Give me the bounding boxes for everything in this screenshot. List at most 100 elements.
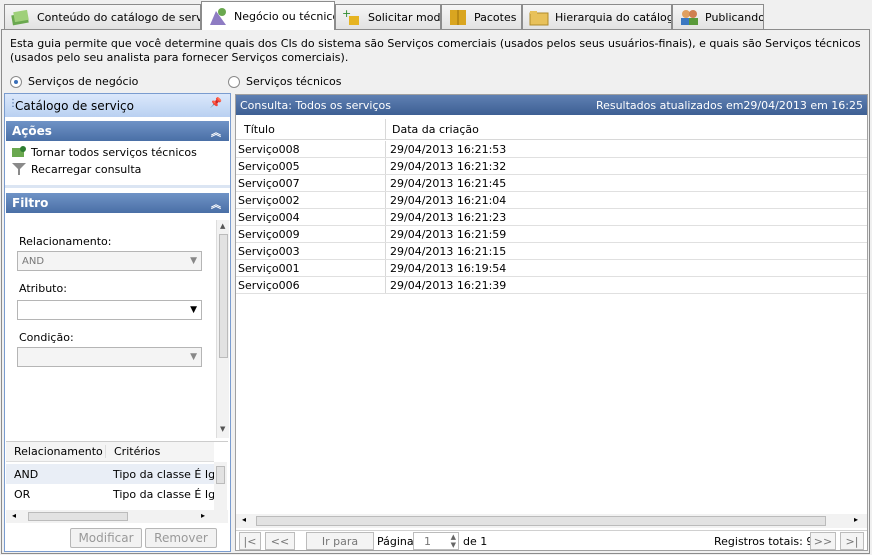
filter-scrollbar[interactable]: ▲ ▼ xyxy=(216,220,229,438)
table-row[interactable]: Serviço005 29/04/2013 16:21:32 xyxy=(236,158,867,175)
tab-label: Hierarquia do catálogo xyxy=(555,10,672,24)
radio-label: Serviços técnicos xyxy=(246,75,342,88)
scroll-down-icon[interactable]: ▼ xyxy=(220,425,225,433)
first-page-button[interactable]: |< xyxy=(239,532,261,550)
creation-date: 29/04/2013 16:21:59 xyxy=(390,227,507,241)
radio-button-selected[interactable] xyxy=(10,75,22,88)
section-divider xyxy=(5,185,230,188)
page-count: de 1 xyxy=(463,535,488,548)
go-to-button[interactable]: Ir para xyxy=(306,532,374,550)
table-row[interactable]: Serviço009 29/04/2013 16:21:59 xyxy=(236,226,867,243)
next-page-button[interactable]: >> xyxy=(810,532,836,550)
relationship-value: AND xyxy=(22,255,45,267)
column-header[interactable]: Critérios xyxy=(106,445,160,458)
scroll-left-icon[interactable]: ◂ xyxy=(12,511,16,520)
table-row[interactable]: Serviço003 29/04/2013 16:21:15 xyxy=(236,243,867,260)
criteria-table: Relacionamento Critérios AND Tipo da cla… xyxy=(6,441,228,510)
previous-page-button[interactable]: << xyxy=(265,532,295,550)
criteria-vscrollbar[interactable] xyxy=(214,462,227,510)
sidebar-header: ⋮ Catálogo de serviço 📌 xyxy=(5,94,230,117)
tab-label: Solicitar modo xyxy=(368,10,441,24)
radio-button[interactable] xyxy=(228,75,240,88)
column-header-title[interactable]: Título xyxy=(236,119,386,139)
table-row[interactable]: OR Tipo da classe É Ig xyxy=(6,484,214,504)
chevron-down-icon: ▼ xyxy=(190,256,197,266)
scroll-left-icon[interactable]: ◂ xyxy=(242,515,246,524)
criteria-text: Tipo da classe É Ig xyxy=(113,487,214,501)
tab-label: Pacotes xyxy=(474,10,517,24)
page-stepper-icon[interactable]: ▲ ▼ xyxy=(451,533,456,549)
tab-packages[interactable]: Pacotes xyxy=(441,4,522,29)
column-header[interactable]: Relacionamento xyxy=(6,445,106,458)
sidebar-title: Catálogo de serviço xyxy=(15,98,134,113)
scroll-thumb[interactable] xyxy=(28,512,128,521)
actions-header[interactable]: Ações ︽ xyxy=(6,121,229,141)
table-row[interactable]: Serviço008 29/04/2013 16:21:53 xyxy=(236,141,867,158)
tab-catalog-hierarchy[interactable]: Hierarquia do catálogo xyxy=(522,4,672,29)
query-title: Consulta: Todos os serviços xyxy=(240,98,391,112)
scroll-right-icon[interactable]: ▸ xyxy=(854,515,858,524)
svg-text:+: + xyxy=(342,8,351,20)
grip-icon: ⋮ xyxy=(8,98,18,109)
funnel-icon xyxy=(11,162,27,176)
table-row[interactable]: Serviço007 29/04/2013 16:21:45 xyxy=(236,175,867,192)
creation-date: 29/04/2013 16:21:15 xyxy=(390,244,507,258)
scroll-up-icon[interactable]: ▲ xyxy=(220,222,225,230)
query-header: Consulta: Todos os serviços Resultados a… xyxy=(236,95,867,115)
service-catalog-sidebar: ⋮ Catálogo de serviço 📌 Ações ︽ Tornar t… xyxy=(4,93,231,552)
last-page-button[interactable]: >| xyxy=(840,532,864,550)
packages-icon xyxy=(448,8,468,26)
service-title: Serviço003 xyxy=(236,243,386,259)
table-row[interactable]: Serviço004 29/04/2013 16:21:23 xyxy=(236,209,867,226)
table-row[interactable]: Serviço002 29/04/2013 16:21:04 xyxy=(236,192,867,209)
table-row[interactable]: AND Tipo da classe É Ig xyxy=(6,464,214,484)
service-title: Serviço002 xyxy=(236,192,386,208)
action-reload-query[interactable]: Recarregar consulta xyxy=(11,162,141,176)
chevron-down-icon: ▼ xyxy=(190,305,197,315)
scroll-thumb[interactable] xyxy=(216,466,225,484)
filter-header[interactable]: Filtro ︽ xyxy=(6,193,229,213)
business-technical-icon xyxy=(208,7,228,25)
page-label: Página xyxy=(377,535,414,548)
scroll-thumb[interactable] xyxy=(219,234,228,358)
tab-label: Conteúdo do catálogo de serviço xyxy=(37,10,201,24)
creation-date: 29/04/2013 16:21:04 xyxy=(390,193,507,207)
criteria-header-row: Relacionamento Critérios xyxy=(6,442,214,462)
creation-date: 29/04/2013 16:21:45 xyxy=(390,176,507,190)
pin-icon[interactable]: 📌 xyxy=(210,98,222,109)
service-title: Serviço007 xyxy=(236,175,386,191)
service-title: Serviço005 xyxy=(236,158,386,174)
page-number-input[interactable]: 1 ▲ ▼ xyxy=(413,532,459,550)
scroll-right-icon[interactable]: ▸ xyxy=(201,511,205,520)
make-technical-icon xyxy=(11,145,27,159)
scroll-thumb[interactable] xyxy=(256,516,826,526)
tab-catalog-content[interactable]: Conteúdo do catálogo de serviço xyxy=(4,4,201,29)
filter-title: Filtro xyxy=(12,196,49,210)
tab-publishing[interactable]: Publicando xyxy=(672,4,764,29)
creation-date: 29/04/2013 16:19:54 xyxy=(390,261,507,275)
grid-hscrollbar[interactable]: ◂ ▸ xyxy=(236,514,867,528)
radio-technical-services[interactable]: Serviços técnicos xyxy=(228,75,342,88)
collapse-icon[interactable]: ︽ xyxy=(211,196,221,211)
collapse-icon[interactable]: ︽ xyxy=(211,124,221,139)
relationship-dropdown[interactable]: AND ▼ xyxy=(17,251,202,271)
tab-business-technical[interactable]: Negócio ou técnico xyxy=(201,1,335,30)
modify-button[interactable]: Modificar xyxy=(70,528,142,548)
service-title: Serviço006 xyxy=(236,277,386,293)
condition-label: Condição: xyxy=(19,331,74,344)
action-label: Recarregar consulta xyxy=(31,162,142,176)
request-mode-icon: + xyxy=(342,7,362,26)
total-records: Registros totais: 9 xyxy=(714,535,814,548)
criteria-text: Tipo da classe É Ig xyxy=(113,467,214,481)
table-row[interactable]: Serviço006 29/04/2013 16:21:39 xyxy=(236,277,867,294)
table-row[interactable]: Serviço001 29/04/2013 16:19:54 xyxy=(236,260,867,277)
creation-date: 29/04/2013 16:21:53 xyxy=(390,142,507,156)
condition-dropdown[interactable]: ▼ xyxy=(17,347,202,367)
tab-request-mode[interactable]: + Solicitar modo xyxy=(335,4,441,29)
remove-button[interactable]: Remover xyxy=(145,528,217,548)
criteria-hscrollbar[interactable]: ◂ ▸ xyxy=(6,510,228,523)
action-make-technical[interactable]: Tornar todos serviços técnicos xyxy=(11,145,197,159)
attribute-dropdown[interactable]: ▼ xyxy=(17,300,202,320)
radio-business-services[interactable]: Serviços de negócio xyxy=(10,75,138,88)
column-header-created[interactable]: Data da criação xyxy=(386,123,479,136)
